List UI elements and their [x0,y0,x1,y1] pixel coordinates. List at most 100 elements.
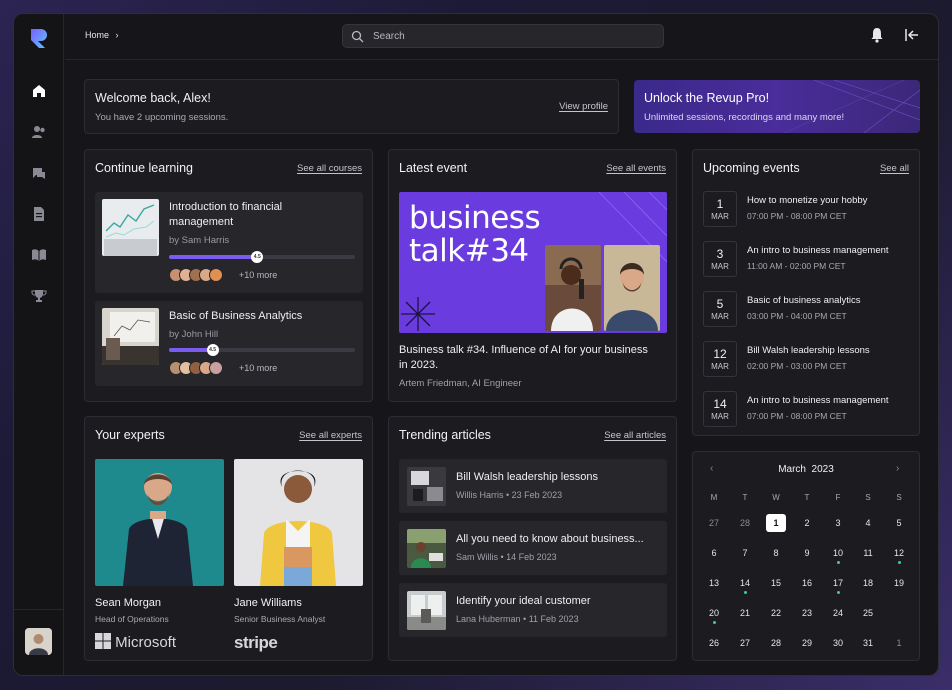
weekday-label: T [742,493,748,502]
calendar-day[interactable]: 28 [766,634,786,652]
calendar-day[interactable]: 7 [735,544,755,562]
article-item[interactable]: Bill Walsh leadership lessons Willis Har… [399,459,667,513]
calendar-day[interactable]: 22 [766,604,786,622]
calendar-day[interactable]: 13 [704,574,724,592]
calendar-day[interactable]: 14 [735,574,755,594]
calendar-day[interactable]: 24 [828,604,848,622]
calendar-day[interactable]: 23 [797,604,817,622]
users-icon[interactable] [30,123,48,141]
calendar-day[interactable]: 4 [858,514,878,532]
calendar-day[interactable]: 15 [766,574,786,592]
see-all-events-link[interactable]: See all events [606,163,666,174]
calendar-day[interactable]: 2 [797,514,817,532]
breadcrumb-home[interactable]: Home [85,30,109,40]
calendar-day[interactable]: 5 [889,514,909,532]
upcoming-event-item[interactable]: 3 MAR An intro to business management 11:… [703,241,911,277]
speaker-photo [604,245,660,331]
calendar-day[interactable]: 17 [828,574,848,594]
calendar-day[interactable]: 8 [766,544,786,562]
search-icon [351,30,364,43]
chat-icon[interactable] [30,164,48,182]
banner-text-line: talk#34 [409,233,529,269]
calendar-day[interactable]: 25 [858,604,878,622]
calendar-day[interactable]: 16 [797,574,817,592]
latest-event-title: Latest event [399,161,468,175]
calendar-day[interactable]: 18 [858,574,878,592]
chevron-right-icon[interactable]: › [896,463,899,474]
see-all-experts-link[interactable]: See all experts [299,430,362,441]
trending-articles-title: Trending articles [399,428,491,442]
article-meta: Willis Harris • 23 Feb 2023 [456,490,563,500]
calendar-day[interactable]: 3 [828,514,848,532]
calendar-day[interactable]: 19 [889,574,909,592]
latest-event-card: Latest event See all events business tal… [388,149,677,402]
calendar-day[interactable]: 30 [828,634,848,652]
collapse-panel-icon[interactable] [904,27,920,43]
expert-photo[interactable] [95,459,224,586]
upgrade-promo-banner[interactable]: Unlock the Revup Pro! Unlimited sessions… [634,80,920,133]
calendar-day[interactable]: 29 [797,634,817,652]
event-indicator-dot [837,561,840,564]
trophy-icon[interactable] [30,287,48,305]
see-all-upcoming-link[interactable]: See all [880,163,909,174]
calendar-day-number: 6 [711,548,717,558]
see-all-courses-link[interactable]: See all courses [297,163,362,174]
microsoft-logo-icon [95,633,111,649]
article-item[interactable]: All you need to know about business... S… [399,521,667,575]
calendar-day[interactable]: 26 [704,634,724,652]
calendar-day[interactable]: 1 [766,514,786,532]
calendar-day[interactable]: 10 [828,544,848,564]
calendar-day-number: 8 [773,548,779,558]
event-indicator-dot [898,561,901,564]
article-title: Identify your ideal customer [456,595,591,607]
see-all-articles-link[interactable]: See all articles [604,430,666,441]
event-date-badge: 14 MAR [703,391,737,427]
calendar-day[interactable]: 20 [704,604,724,624]
calendar-day[interactable]: 21 [735,604,755,622]
view-profile-link[interactable]: View profile [559,101,608,112]
home-icon[interactable] [30,82,48,100]
upcoming-event-item[interactable]: 14 MAR An intro to business management 07… [703,391,911,427]
book-icon[interactable] [30,246,48,264]
bell-icon[interactable] [869,27,885,43]
learner-avatars [169,361,223,375]
user-avatar[interactable] [25,628,52,655]
calendar-day[interactable]: 12 [889,544,909,564]
event-time: 03:00 PM - 04:00 PM CET [747,311,847,321]
course-progress-bar: 4.5 [169,344,355,356]
calendar-day-number: 26 [708,638,719,648]
course-card[interactable]: Introduction to financial management by … [95,192,363,293]
calendar-day[interactable]: 1 [889,634,909,652]
upcoming-event-item[interactable]: 1 MAR How to monetize your hobby 07:00 PM… [703,191,911,227]
welcome-title: Welcome back, Alex! [95,91,211,105]
calendar-day[interactable]: 27 [735,634,755,652]
event-date-badge: 5 MAR [703,291,737,327]
event-banner[interactable]: business talk#34 [399,192,667,333]
article-item[interactable]: Identify your ideal customer Lana Huberm… [399,583,667,637]
calendar-day[interactable]: 9 [797,544,817,562]
calendar-day-number: 27 [708,518,719,528]
event-month: MAR [711,362,729,371]
calendar-day[interactable]: 31 [858,634,878,652]
article-meta: Lana Huberman • 11 Feb 2023 [456,614,579,624]
calendar-day[interactable]: 28 [735,514,755,532]
calendar-day[interactable]: 27 [704,514,724,532]
course-thumbnail [102,308,159,365]
revup-logo[interactable] [28,27,50,49]
course-author: by Sam Harris [169,235,230,246]
calendar-day[interactable]: 6 [704,544,724,562]
search-input[interactable]: Search [342,24,664,48]
upcoming-event-item[interactable]: 5 MAR Basic of business analytics 03:00 P… [703,291,911,327]
breadcrumb[interactable]: Home › [85,30,119,40]
upcoming-event-item[interactable]: 12 MAR Bill Walsh leadership lessons 02:0… [703,341,911,377]
document-icon[interactable] [30,205,48,223]
search-placeholder: Search [373,31,405,42]
course-card[interactable]: Basic of Business Analytics by John Hill… [95,301,363,386]
event-speaker: Artem Friedman, AI Engineer [399,378,522,389]
event-description[interactable]: Business talk #34. Influence of AI for y… [399,343,649,373]
event-date-badge: 3 MAR [703,241,737,277]
continue-learning-card: Continue learning See all courses Introd… [84,149,373,402]
calendar-day[interactable]: 11 [858,544,878,562]
event-title: Basic of business analytics [747,295,861,306]
expert-photo[interactable] [234,459,363,586]
